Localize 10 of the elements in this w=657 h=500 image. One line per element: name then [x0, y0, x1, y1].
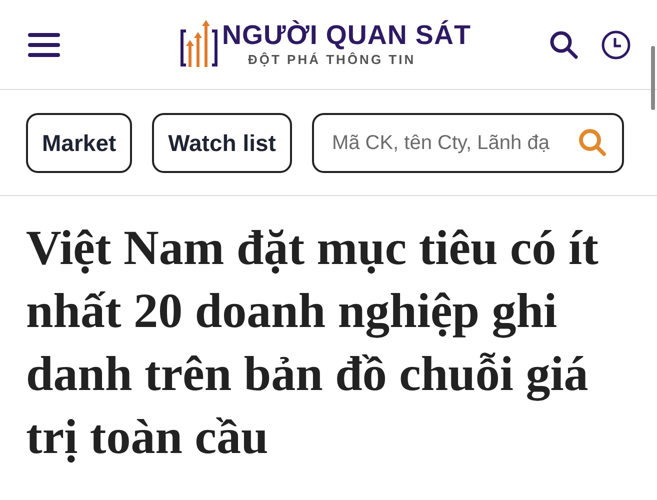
- clock-icon[interactable]: [601, 30, 631, 60]
- logo-title: NGƯỜI QUAN SÁT: [222, 22, 471, 49]
- nav-button[interactable]: Watch list: [152, 113, 292, 173]
- search-icon[interactable]: [549, 30, 579, 60]
- search-field[interactable]: Mã CK, tên Cty, Lãnh đạ: [312, 113, 624, 173]
- scrollbar[interactable]: [651, 46, 655, 110]
- article-headline: Việt Nam đặt mục tiêu có ít nhất 20 doanh nghiệp ghi danh trên bản đồ chuỗi giá trị toàn cầu: [26, 219, 600, 466]
- nav-button[interactable]: Market: [26, 113, 132, 173]
- logo-tagline: ĐỘT PHÁ THÔNG TIN: [248, 52, 417, 67]
- menu-icon[interactable]: [28, 32, 60, 58]
